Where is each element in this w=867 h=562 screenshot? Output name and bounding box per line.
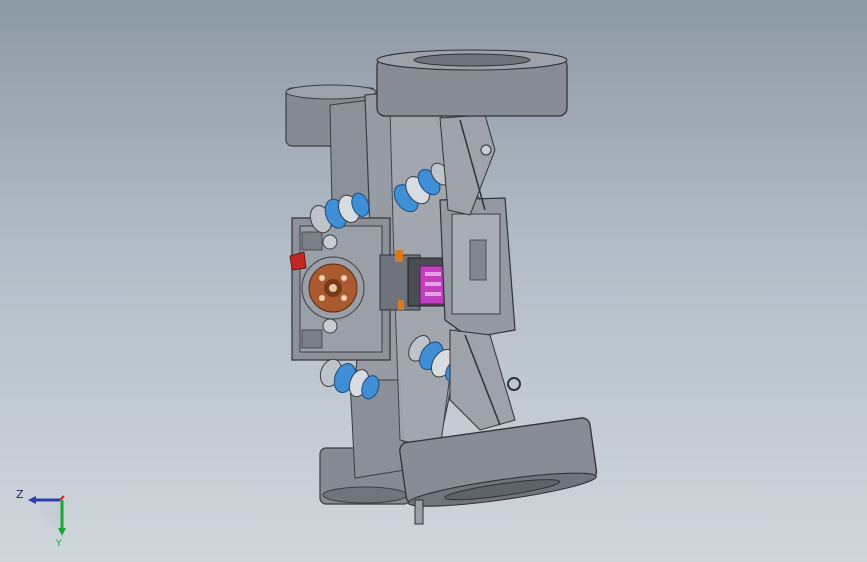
x-axis <box>59 495 65 501</box>
y-axis-label: Y <box>55 539 62 548</box>
triad-plane <box>39 502 60 528</box>
right-plate <box>439 197 516 339</box>
lower-link-arm <box>449 329 521 431</box>
front-wheel-top <box>376 49 568 117</box>
y-axis-arrow <box>58 528 66 536</box>
bottom-shaft <box>414 499 424 525</box>
robot-chassis-model[interactable] <box>0 0 867 562</box>
z-axis-label: Z <box>16 488 24 501</box>
graphics-viewport[interactable]: Z Y <box>0 0 867 562</box>
z-axis-arrow <box>28 496 36 504</box>
orientation-triad[interactable]: Z Y <box>14 484 84 548</box>
drive-hub <box>301 256 365 320</box>
